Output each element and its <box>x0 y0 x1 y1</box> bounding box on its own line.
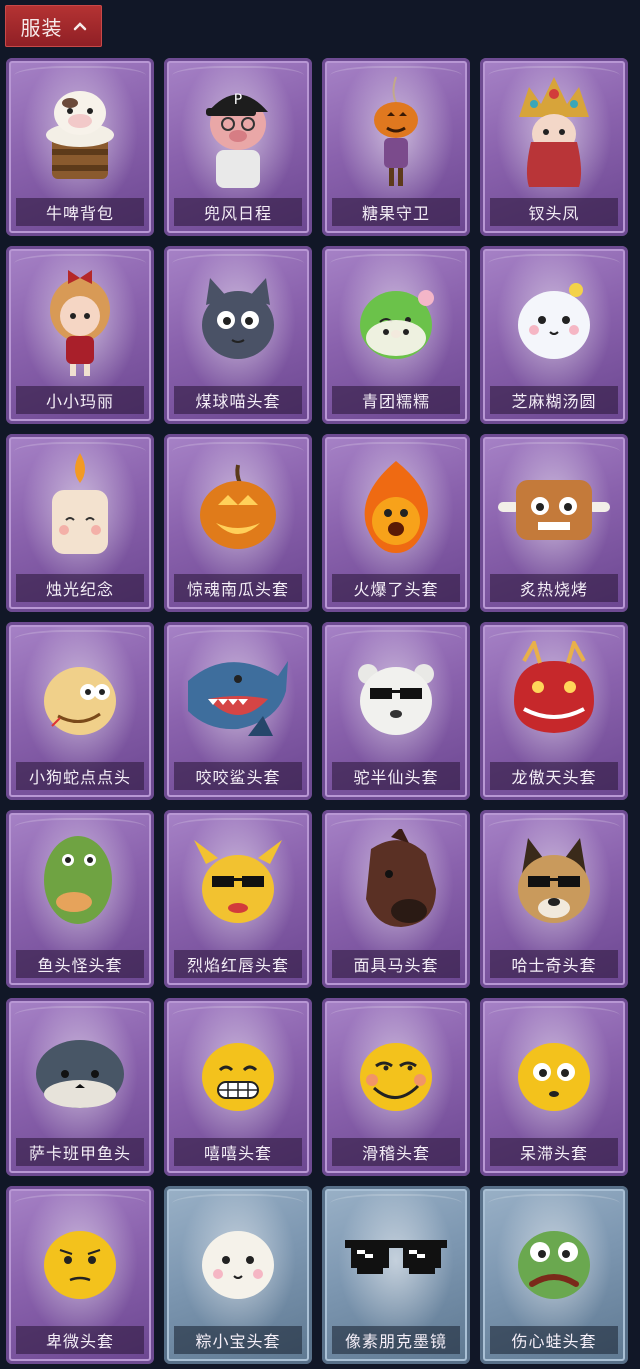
fire-face-icon <box>322 448 470 568</box>
costume-card[interactable]: 咬咬鲨头套 <box>164 622 312 800</box>
costume-name: 呆滞头套 <box>490 1138 618 1166</box>
costume-name: 芝麻糊汤圆 <box>490 386 618 414</box>
costume-name: 惊魂南瓜头套 <box>174 574 302 602</box>
armored-fish-icon <box>6 1012 154 1132</box>
pig-cap-icon: P <box>164 72 312 192</box>
horse-mask-icon <box>322 824 470 944</box>
costume-name: 龙傲天头套 <box>490 762 618 790</box>
snake-dog-icon <box>6 636 154 756</box>
costume-card[interactable]: 面具马头套 <box>322 810 470 988</box>
sunglasses-bear-icon <box>322 636 470 756</box>
costume-name: 滑稽头套 <box>332 1138 460 1166</box>
costume-card[interactable]: 炙热烧烤 <box>480 434 628 612</box>
costume-name: 烈焰红唇头套 <box>174 950 302 978</box>
costume-card[interactable]: 惊魂南瓜头套 <box>164 434 312 612</box>
costume-name: 嘻嘻头套 <box>174 1138 302 1166</box>
costume-card[interactable]: 青团糯糯 <box>322 246 470 424</box>
costume-name: 钗头凤 <box>490 198 618 226</box>
costume-name: 炙热烧烤 <box>490 574 618 602</box>
candle-icon <box>6 448 154 568</box>
costume-name: 鱼头怪头套 <box>16 950 144 978</box>
costume-card[interactable]: 火爆了头套 <box>322 434 470 612</box>
costume-name: 糖果守卫 <box>332 198 460 226</box>
zongzi-icon <box>164 1200 312 1320</box>
costume-name: 火爆了头套 <box>332 574 460 602</box>
green-dumpling-icon <box>322 260 470 380</box>
dazed-emoji-icon <box>480 1012 628 1132</box>
yellow-mask-icon <box>164 824 312 944</box>
category-tab-clothing[interactable]: 服装 <box>5 5 102 47</box>
costume-card[interactable]: 煤球喵头套 <box>164 246 312 424</box>
grin-emoji-icon <box>164 1012 312 1132</box>
costume-name: 萨卡班甲鱼头 <box>16 1138 144 1166</box>
doll-girl-icon <box>6 260 154 380</box>
red-dragon-icon <box>480 636 628 756</box>
costume-name: 哈士奇头套 <box>490 950 618 978</box>
pixel-sunglasses-icon <box>322 1200 470 1320</box>
costume-card[interactable]: 糖果守卫 <box>322 58 470 236</box>
costume-name: 烛光纪念 <box>16 574 144 602</box>
costume-name: 煤球喵头套 <box>174 386 302 414</box>
cow-beer-icon <box>6 72 154 192</box>
costume-name: 青团糯糯 <box>332 386 460 414</box>
costume-name: 面具马头套 <box>332 950 460 978</box>
costume-card[interactable]: 驼半仙头套 <box>322 622 470 800</box>
costume-name: 咬咬鲨头套 <box>174 762 302 790</box>
white-dumpling-icon <box>480 260 628 380</box>
costume-grid: 牛啤背包 P 兜风日程 糖果守卫 钗头凤 小小玛丽 煤球喵头套 青团糯糯 芝麻糊… <box>6 58 634 1364</box>
costume-name: 像素朋克墨镜 <box>332 1326 460 1354</box>
costume-card[interactable]: 烛光纪念 <box>6 434 154 612</box>
smirk-emoji-icon <box>322 1012 470 1132</box>
costume-name: 牛啤背包 <box>16 198 144 226</box>
husky-icon <box>480 824 628 944</box>
costume-card[interactable]: 伤心蛙头套 <box>480 1186 628 1364</box>
black-cat-icon <box>164 260 312 380</box>
costume-name: 驼半仙头套 <box>332 762 460 790</box>
bbq-meat-icon <box>480 448 628 568</box>
chevron-up-icon <box>73 21 87 31</box>
costume-card[interactable]: 牛啤背包 <box>6 58 154 236</box>
fish-head-icon <box>6 824 154 944</box>
costume-card[interactable]: 芝麻糊汤圆 <box>480 246 628 424</box>
costume-name: 粽小宝头套 <box>174 1326 302 1354</box>
costume-card[interactable]: 萨卡班甲鱼头 <box>6 998 154 1176</box>
costume-name: 小狗蛇点点头 <box>16 762 144 790</box>
shark-icon <box>164 636 312 756</box>
phoenix-crown-icon <box>480 72 628 192</box>
costume-card[interactable]: 小小玛丽 <box>6 246 154 424</box>
costume-card[interactable]: 哈士奇头套 <box>480 810 628 988</box>
wardrobe-page: 服装 牛啤背包 P 兜风日程 糖果守卫 钗头凤 小小玛丽 煤球喵头套 青团糯糯 … <box>0 0 640 1369</box>
costume-card[interactable]: 卑微头套 <box>6 1186 154 1364</box>
costume-name: 卑微头套 <box>16 1326 144 1354</box>
costume-card[interactable]: P 兜风日程 <box>164 58 312 236</box>
costume-card[interactable]: 小狗蛇点点头 <box>6 622 154 800</box>
costume-card[interactable]: 粽小宝头套 <box>164 1186 312 1364</box>
costume-card[interactable]: 像素朋克墨镜 <box>322 1186 470 1364</box>
costume-card[interactable]: 钗头凤 <box>480 58 628 236</box>
costume-name: 小小玛丽 <box>16 386 144 414</box>
costume-card[interactable]: 嘻嘻头套 <box>164 998 312 1176</box>
jack-o-lantern-icon <box>164 448 312 568</box>
costume-card[interactable]: 龙傲天头套 <box>480 622 628 800</box>
pumpkin-doll-icon <box>322 72 470 192</box>
costume-name: 伤心蛙头套 <box>490 1326 618 1354</box>
sad-frog-icon <box>480 1200 628 1320</box>
costume-card[interactable]: 烈焰红唇头套 <box>164 810 312 988</box>
costume-card[interactable]: 滑稽头套 <box>322 998 470 1176</box>
humble-emoji-icon <box>6 1200 154 1320</box>
costume-card[interactable]: 鱼头怪头套 <box>6 810 154 988</box>
category-tab-label: 服装 <box>20 15 63 40</box>
costume-name: 兜风日程 <box>174 198 302 226</box>
svg-text:P: P <box>234 92 242 108</box>
costume-card[interactable]: 呆滞头套 <box>480 998 628 1176</box>
